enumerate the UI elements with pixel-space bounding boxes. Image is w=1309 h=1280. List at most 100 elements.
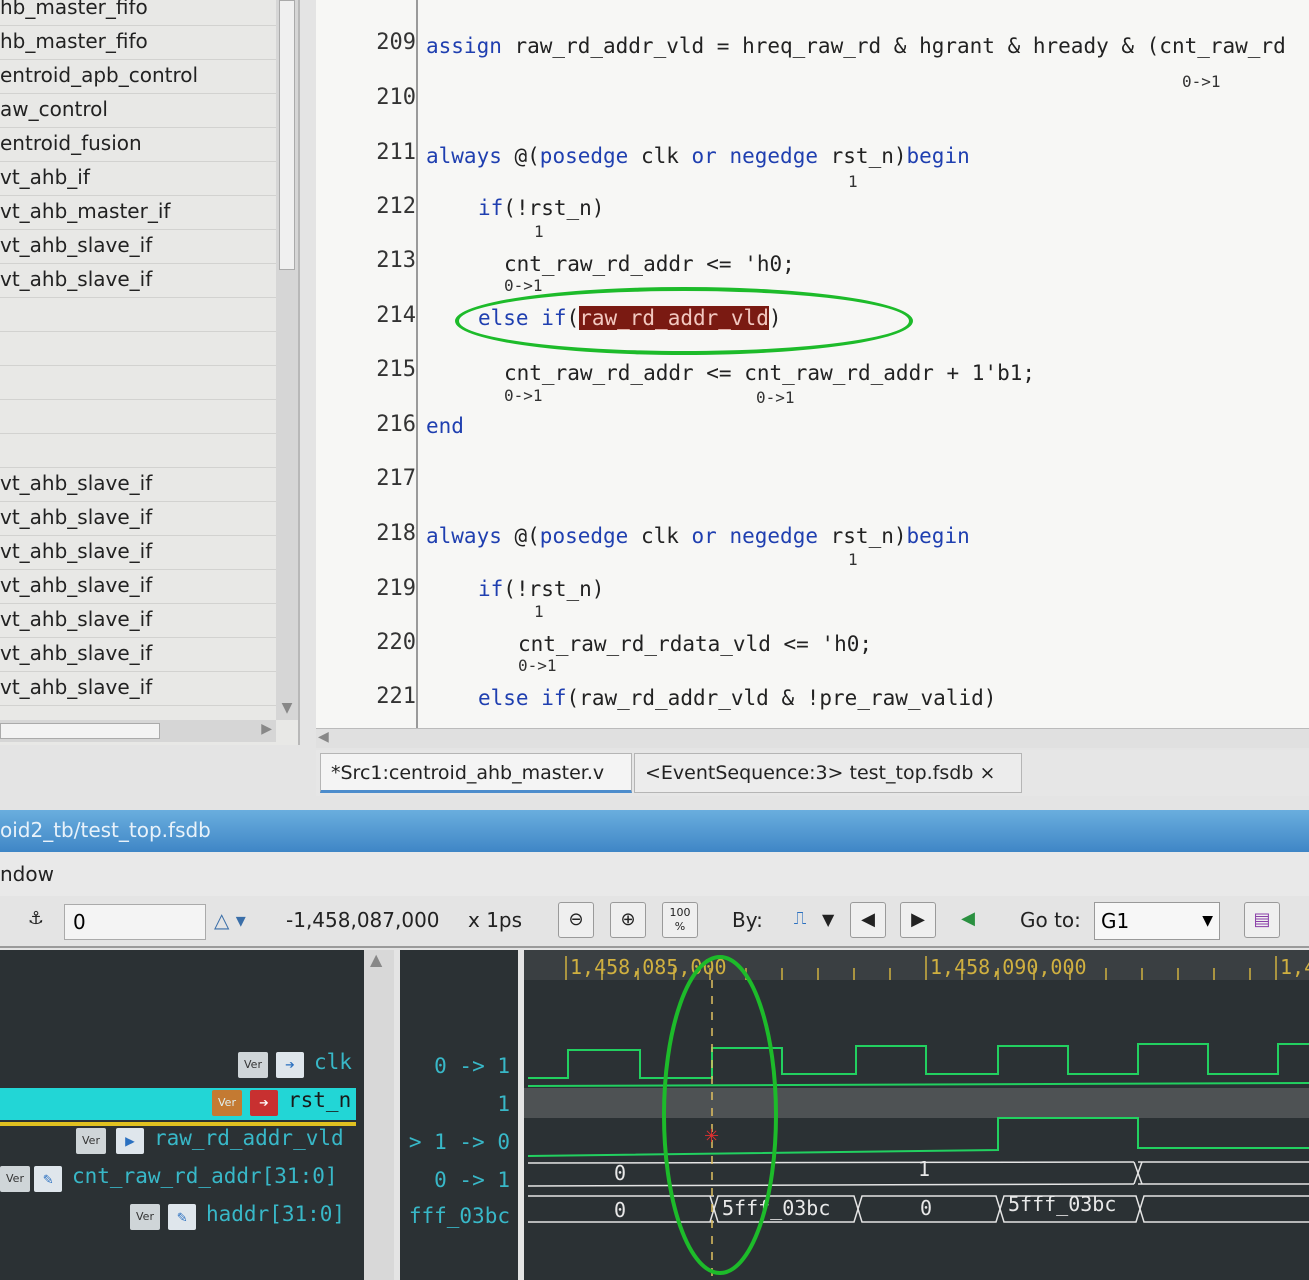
rising-edge-icon[interactable]: ⎍	[782, 902, 818, 938]
waveform-canvas[interactable]: 1,458,085,000 1,458,090,000 1,4 0 1 0 5f…	[524, 950, 1309, 1280]
waveform-window-title: oid2_tb/test_top.fsdb	[0, 810, 1309, 852]
goto-label: Go to:	[1020, 908, 1081, 932]
keyword: or	[691, 144, 717, 168]
keyword: if	[478, 577, 504, 601]
tree-item[interactable]: hb_master_fifo	[0, 0, 276, 26]
tree-item[interactable]: vt_ahb_slave_if	[0, 604, 276, 638]
tree-item[interactable]: vt_ahb_slave_if	[0, 570, 276, 604]
ruler-label: 1,458,090,000	[930, 955, 1087, 979]
anchor-icon[interactable]: ⚓	[18, 902, 54, 938]
tree-item[interactable]: vt_ahb_slave_if	[0, 468, 276, 502]
bus-value: 5fff_03bc	[722, 1196, 830, 1220]
signal-row-cnt-raw-rd-addr[interactable]: Ver ✎ cnt_raw_rd_addr[31:0]	[0, 1164, 360, 1196]
line-number: 218	[376, 521, 416, 546]
time-input[interactable]: 0	[64, 904, 206, 940]
code-line-215[interactable]: cnt_raw_rd_addr <= cnt_raw_rd_addr + 1'b…	[504, 361, 1035, 385]
code-horizontal-scrollbar[interactable]: ◀	[316, 728, 1309, 748]
back-arrow-icon[interactable]: ◀	[950, 902, 986, 938]
scroll-right-icon[interactable]: ▶	[261, 721, 272, 737]
code-text: @(	[501, 524, 540, 548]
goto-select[interactable]: G1 ▼	[1094, 902, 1220, 940]
zoom-out-icon[interactable]: ⊖	[558, 902, 594, 938]
code-line-221[interactable]: else if(raw_rd_addr_vld & !pre_raw_valid…	[478, 686, 996, 710]
toggle-annotation: 1	[534, 602, 544, 621]
signal-pane-scrollbar[interactable]: ▲	[364, 950, 394, 1280]
code-text: clk	[628, 524, 692, 548]
zoom-in-icon[interactable]: ⊕	[610, 902, 646, 938]
keyword: or	[691, 524, 717, 548]
line-number: 219	[376, 576, 416, 601]
keyword: posedge	[539, 524, 629, 548]
search-by-label: By:	[732, 908, 763, 932]
tree-vertical-scrollbar[interactable]: ▼	[276, 0, 298, 720]
tree-item[interactable]: aw_control	[0, 94, 276, 128]
code-line-211[interactable]: always @(posedge clk or negedge rst_n)be…	[426, 144, 970, 168]
tree-item[interactable]: vt_ahb_master_if	[0, 196, 276, 230]
line-number: 216	[376, 412, 416, 437]
hierarchy-tree: hb_master_fifo hb_master_fifo entroid_apb_…	[0, 0, 300, 745]
clk-waveform[interactable]	[528, 1043, 1309, 1079]
tree-empty-row	[0, 400, 276, 434]
tab-event-sequence[interactable]: <EventSequence:3> test_top.fsdb ×	[634, 753, 1022, 793]
verilog-badge: Ver	[130, 1204, 160, 1230]
line-number: 213	[376, 248, 416, 273]
code-text: (!rst_n)	[503, 577, 605, 601]
code-text: (!rst_n)	[503, 196, 605, 220]
tree-item[interactable]: vt_ahb_slave_if	[0, 230, 276, 264]
scroll-left-icon[interactable]: ◀	[318, 729, 329, 745]
keyword: end	[426, 414, 464, 438]
goto-value: G1	[1101, 909, 1130, 933]
tree-item[interactable]: vt_ahb_slave_if	[0, 502, 276, 536]
signal-value: fff_03bc	[408, 1204, 510, 1228]
toggle-annotation: 0->1	[504, 276, 543, 295]
source-code-pane[interactable]: 209 assign raw_rd_addr_vld = hreq_raw_rd…	[316, 0, 1309, 728]
tree-item[interactable]: entroid_apb_control	[0, 60, 276, 94]
signal-row-rst-n[interactable]: Ver ➔ rst_n	[0, 1088, 360, 1120]
signal-row-clk[interactable]: Ver ➔ clk	[0, 1050, 360, 1082]
tab-label: <EventSequence:3> test_top.fsdb	[645, 762, 974, 784]
rst-n-waveform[interactable]	[527, 1082, 1309, 1087]
tree-item[interactable]: entroid_fusion	[0, 128, 276, 162]
menu-item-window[interactable]: ndow	[0, 862, 54, 886]
waveform-config-icon[interactable]: ▤	[1244, 902, 1280, 938]
tree-item[interactable]: vt_ahb_slave_if	[0, 264, 276, 298]
verilog-badge: Ver	[238, 1052, 268, 1078]
tab-source-file[interactable]: *Src1:centroid_ahb_master.v	[320, 753, 632, 793]
verilog-badge: Ver	[76, 1128, 106, 1154]
signal-value: 1	[497, 1092, 510, 1116]
raw-rd-addr-vld-waveform[interactable]	[527, 1117, 1309, 1157]
code-line-209[interactable]: assign raw_rd_addr_vld = hreq_raw_rd & h…	[426, 34, 1286, 58]
code-line-218[interactable]: always @(posedge clk or negedge rst_n)be…	[426, 524, 970, 548]
keyword: posedge	[539, 144, 629, 168]
tree-horizontal-scrollbar[interactable]: ▶	[0, 720, 276, 742]
code-line-220[interactable]: cnt_raw_rd_rdata_vld <= 'h0;	[518, 632, 872, 656]
code-line-213[interactable]: cnt_raw_rd_addr <= 'h0;	[504, 252, 795, 276]
close-icon[interactable]: ×	[979, 762, 995, 784]
toggle-annotation: 1	[848, 550, 858, 569]
signal-row-raw-rd-addr-vld[interactable]: Ver ▶ raw_rd_addr_vld	[0, 1126, 360, 1158]
tree-item[interactable]: vt_ahb_slave_if	[0, 638, 276, 672]
tree-item[interactable]: vt_ahb_if	[0, 162, 276, 196]
triangle-marker-icon[interactable]: △ ▾	[214, 908, 246, 932]
scroll-down-icon[interactable]: ▼	[278, 700, 296, 718]
signal-name: cnt_raw_rd_addr[31:0]	[72, 1164, 338, 1188]
code-line-219[interactable]: if(!rst_n)	[478, 577, 604, 601]
chevron-down-icon[interactable]: ▼	[1202, 903, 1213, 939]
tree-item[interactable]: hb_master_fifo	[0, 26, 276, 60]
tree-hscroll-thumb[interactable]	[0, 723, 160, 739]
chevron-down-icon[interactable]: ▼	[822, 910, 834, 929]
code-text: @(	[501, 144, 540, 168]
code-line-216[interactable]: end	[426, 414, 464, 438]
tree-item[interactable]: vt_ahb_slave_if	[0, 536, 276, 570]
tree-item[interactable]: vt_ahb_slave_if	[0, 672, 276, 706]
waveform-pane[interactable]: 1,458,085,000 1,458,090,000 1,4 0 1 0 5f…	[524, 950, 1309, 1280]
search-forward-icon[interactable]: ▶	[900, 902, 936, 938]
scroll-up-icon[interactable]: ▲	[370, 950, 382, 969]
tree-scroll-thumb[interactable]	[279, 0, 295, 270]
tab-label: *Src1:centroid_ahb_master.v	[331, 762, 605, 784]
code-line-212[interactable]: if(!rst_n)	[478, 196, 604, 220]
signal-row-haddr[interactable]: Ver ✎ haddr[31:0]	[0, 1202, 360, 1234]
zoom-fit-icon[interactable]: 100 %	[662, 902, 698, 938]
search-backward-icon[interactable]: ◀	[850, 902, 886, 938]
